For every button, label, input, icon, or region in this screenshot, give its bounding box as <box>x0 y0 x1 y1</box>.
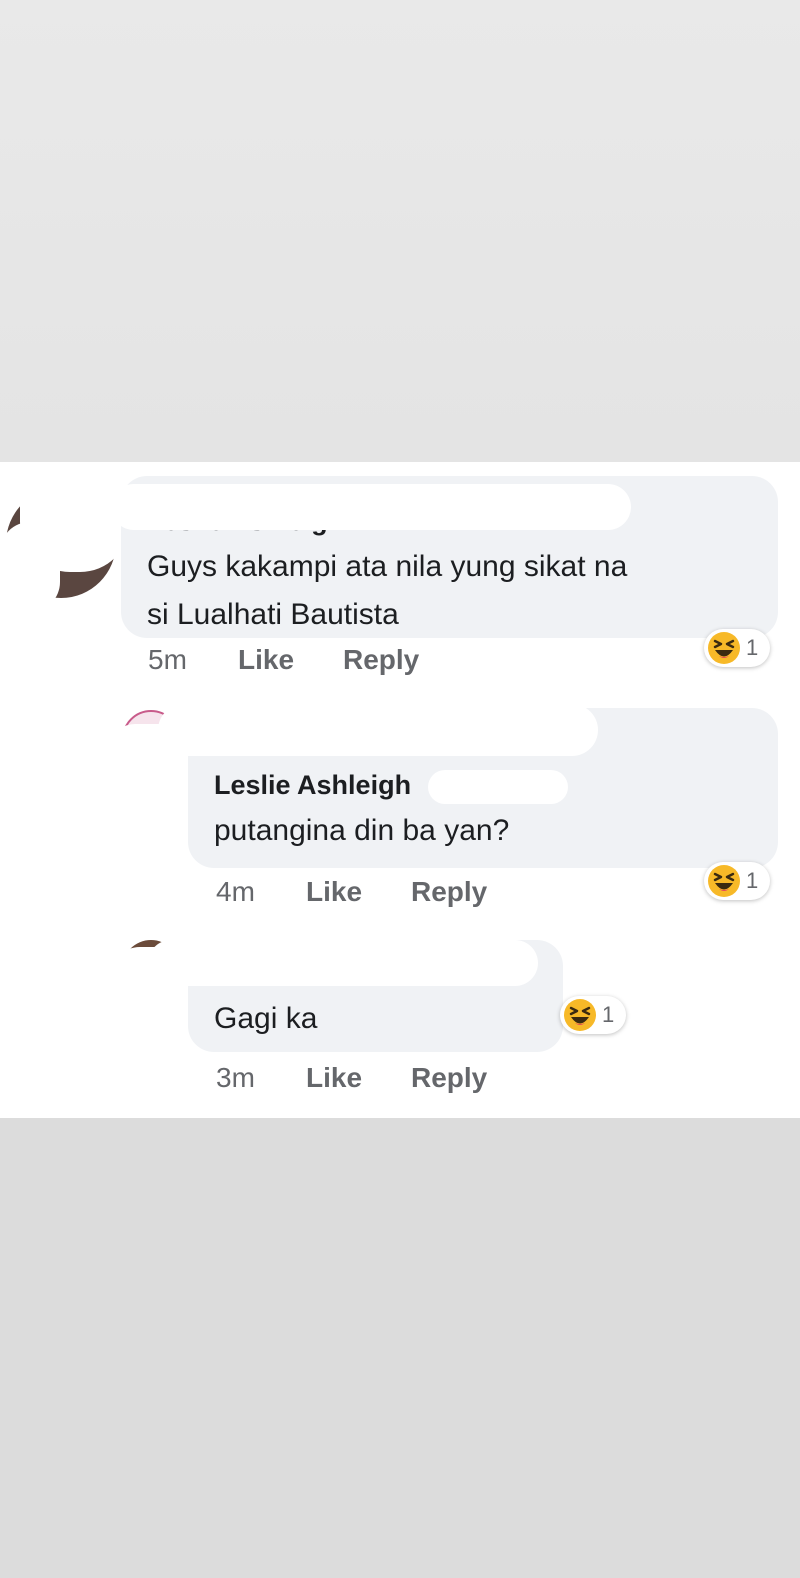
redaction <box>428 770 568 804</box>
reply-button[interactable]: Reply <box>411 876 487 908</box>
timestamp[interactable]: 4m <box>216 876 255 908</box>
reaction-badge[interactable]: 1 <box>560 996 626 1034</box>
blank-area-top <box>0 0 800 462</box>
reaction-count: 1 <box>746 868 759 893</box>
comment-text: Gagi ka <box>214 1002 318 1035</box>
reaction-badge[interactable]: 1 <box>704 629 770 667</box>
reply-button[interactable]: Reply <box>343 644 419 676</box>
reaction-badge[interactable]: 1 <box>704 862 770 900</box>
haha-icon <box>563 998 597 1032</box>
comment-text: Guys kakampi ata nila yung sikat na <box>147 550 628 583</box>
timestamp[interactable]: 5m <box>148 644 187 676</box>
redaction <box>0 522 60 612</box>
comment-bubble: Leslie Ashleigh putangina din ba yan? <box>158 704 778 868</box>
timestamp[interactable]: 3m <box>216 1062 255 1094</box>
redaction <box>111 484 631 530</box>
redaction <box>148 940 538 986</box>
haha-icon <box>707 864 741 898</box>
comment-text: si Lualhati Bautista <box>147 598 399 631</box>
comment-actions: 4m Like Reply <box>216 876 616 910</box>
comment-thread: Leslie Ashleigh Guys kakampi ata nila yu… <box>0 462 800 1118</box>
comment-bubble: Gagi ka <box>148 940 563 1052</box>
mentioned-user[interactable]: Leslie Ashleigh <box>214 770 411 800</box>
redaction <box>158 704 598 756</box>
haha-icon <box>707 631 741 665</box>
comment-bubble: Leslie Ashleigh Guys kakampi ata nila yu… <box>111 476 778 638</box>
like-button[interactable]: Like <box>238 644 294 676</box>
comment-actions: 3m Like Reply <box>216 1062 616 1096</box>
comment-actions: 5m Like Reply <box>148 644 548 678</box>
comment-text: putangina din ba yan? <box>214 814 510 847</box>
blank-area-bottom <box>0 1118 800 1578</box>
reaction-count: 1 <box>602 1002 615 1027</box>
like-button[interactable]: Like <box>306 1062 362 1094</box>
like-button[interactable]: Like <box>306 876 362 908</box>
reply-button[interactable]: Reply <box>411 1062 487 1094</box>
reaction-count: 1 <box>746 635 759 660</box>
